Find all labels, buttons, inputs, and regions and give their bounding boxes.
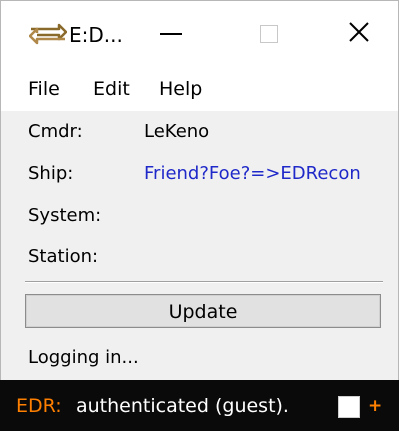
status-text: Logging in...	[28, 347, 139, 368]
ship-value-link[interactable]: Friend?Foe?=>EDRecon	[144, 162, 361, 186]
ship-label: Ship:	[28, 163, 74, 184]
minimize-icon	[160, 33, 182, 35]
separator	[25, 281, 383, 283]
menu-bar: File Edit Help	[1, 69, 398, 111]
edr-checkbox[interactable]	[338, 396, 360, 418]
edr-tag: EDR:	[16, 395, 62, 417]
cmdr-label: Cmdr:	[28, 121, 83, 142]
maximize-button[interactable]	[239, 9, 299, 59]
station-label: Station:	[28, 246, 99, 267]
menu-file[interactable]: File	[28, 77, 60, 101]
edr-expand-button[interactable]: +	[368, 395, 382, 417]
menu-edit[interactable]: Edit	[93, 77, 130, 101]
update-button[interactable]: Update	[25, 294, 381, 328]
window-title: E:D...	[69, 23, 123, 47]
app-window: E:D... File Edit Help Cmdr: LeKeno Ship:…	[0, 0, 399, 431]
arrows-exchange-icon	[28, 23, 68, 45]
maximize-icon	[260, 25, 278, 43]
edr-message: authenticated (guest).	[76, 395, 289, 417]
cmdr-value: LeKeno	[144, 121, 210, 142]
title-bar[interactable]: E:D...	[1, 1, 398, 69]
close-icon	[348, 21, 370, 47]
edr-status-bar: EDR: authenticated (guest). +	[0, 380, 399, 431]
menu-help[interactable]: Help	[159, 77, 202, 101]
minimize-button[interactable]	[141, 9, 201, 59]
close-button[interactable]	[329, 9, 389, 59]
system-label: System:	[28, 205, 102, 226]
main-panel: Cmdr: LeKeno Ship: Friend?Foe?=>EDRecon …	[1, 111, 398, 379]
